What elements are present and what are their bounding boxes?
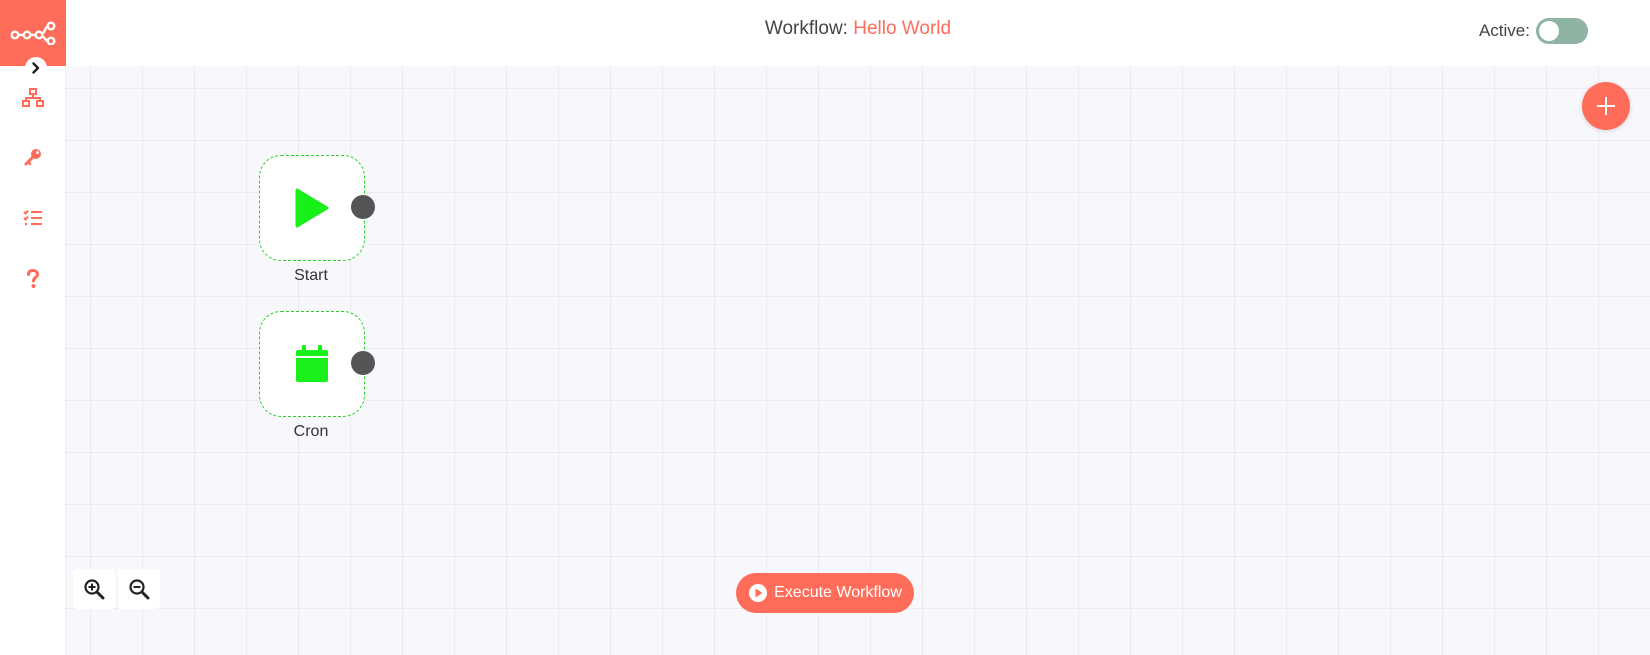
active-control: Active: xyxy=(1479,18,1588,44)
sidebar xyxy=(0,0,66,655)
execute-workflow-label: Execute Workflow xyxy=(774,584,902,601)
workflow-network-icon xyxy=(22,88,44,107)
toggle-knob xyxy=(1539,21,1559,41)
play-circle-icon xyxy=(749,584,768,602)
question-icon xyxy=(27,269,40,288)
zoom-in-button[interactable] xyxy=(73,569,115,609)
sidebar-item-workflows[interactable] xyxy=(0,78,66,118)
workflow-title-label: Workflow: xyxy=(764,18,848,39)
zoom-out-icon xyxy=(129,579,150,600)
node-output-endpoint[interactable] xyxy=(351,351,375,375)
tasks-list-icon xyxy=(23,209,42,225)
execute-workflow-button[interactable]: Execute Workflow xyxy=(736,573,914,613)
sidebar-item-executions[interactable] xyxy=(0,198,66,238)
calendar-icon xyxy=(296,345,328,382)
node-start[interactable] xyxy=(259,155,365,261)
top-header: Workflow: Hello World Active: xyxy=(66,0,1650,66)
active-toggle[interactable] xyxy=(1536,18,1588,44)
play-icon xyxy=(295,188,329,228)
zoom-out-button[interactable] xyxy=(118,569,160,609)
n8n-editor: Workflow: Hello World Active: Start Cron… xyxy=(0,0,1650,655)
node-cron[interactable] xyxy=(259,311,365,417)
chevron-right-icon xyxy=(32,62,40,74)
workflow-title: Workflow: Hello World xyxy=(66,18,1650,40)
sidebar-item-help[interactable] xyxy=(0,259,66,299)
key-icon xyxy=(24,149,41,166)
logo[interactable] xyxy=(0,0,66,66)
workflow-name[interactable]: Hello World xyxy=(853,18,951,39)
active-label: Active: xyxy=(1478,21,1530,40)
add-node-button[interactable] xyxy=(1582,82,1630,130)
node-label-start: Start xyxy=(294,267,328,284)
plus-icon xyxy=(1597,97,1615,115)
node-output-endpoint[interactable] xyxy=(351,195,375,219)
expand-sidebar-button[interactable] xyxy=(25,57,47,79)
zoom-in-icon xyxy=(84,579,105,600)
sidebar-item-credentials[interactable] xyxy=(0,137,66,177)
n8n-logo-icon xyxy=(10,21,56,45)
node-label-cron: Cron xyxy=(293,423,329,440)
